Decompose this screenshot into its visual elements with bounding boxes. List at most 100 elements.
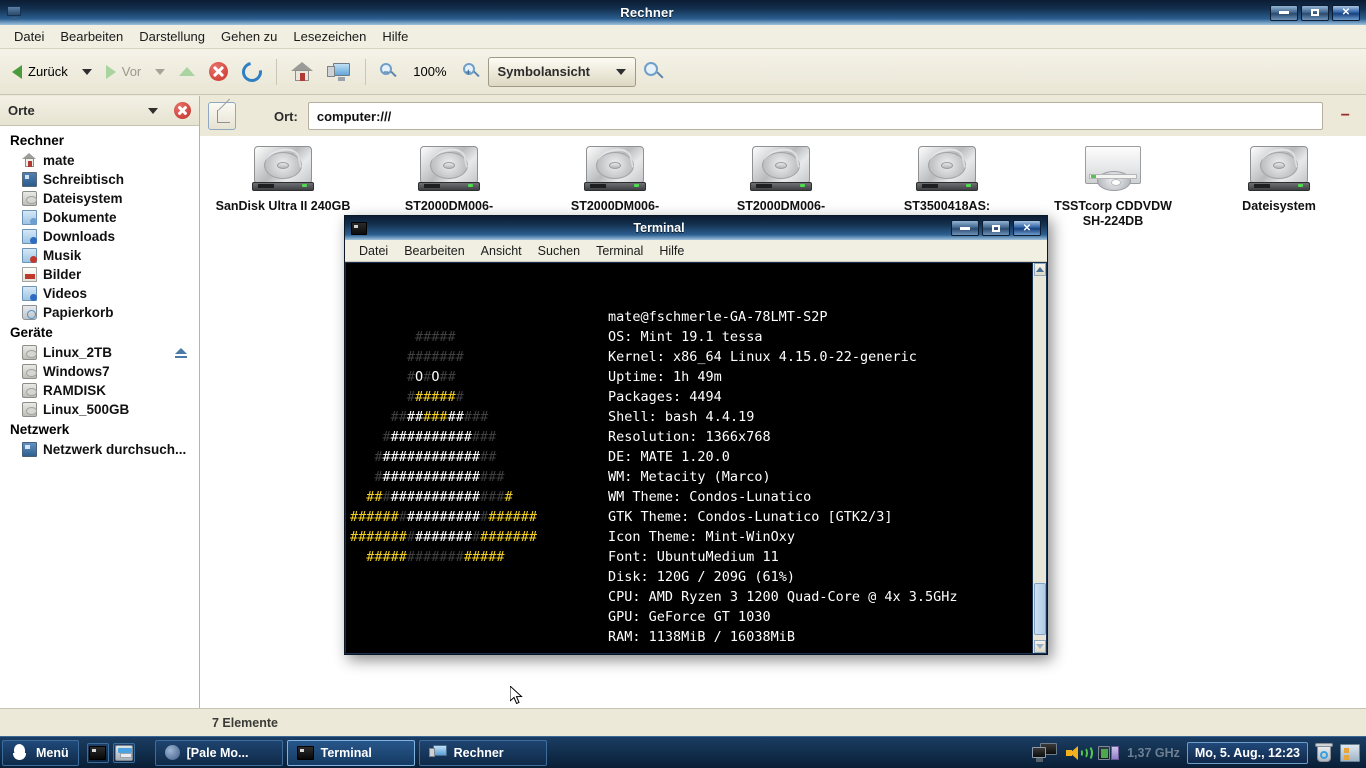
stop-button[interactable] <box>203 54 234 90</box>
file-item-dateisystem[interactable]: Dateisystem <box>1196 140 1362 229</box>
terminal-menu-suchen[interactable]: Suchen <box>530 242 588 260</box>
neofetch-line-gtk-theme: GTK Theme: Condos-Lunatico [GTK2/3] <box>608 509 893 525</box>
sidebar-item-windows7[interactable]: Windows7 <box>0 362 199 381</box>
menu-bearbeiten[interactable]: Bearbeiten <box>52 26 131 47</box>
sidebar-item-label: Videos <box>43 286 193 301</box>
sidebar-item-videos[interactable]: Videos <box>0 284 199 303</box>
terminal-title: Terminal <box>367 221 951 235</box>
terminal-window-icon <box>351 222 367 235</box>
files-launcher-button[interactable] <box>113 743 135 763</box>
folder-videos-icon <box>22 286 37 301</box>
hard-disk-icon <box>252 146 314 194</box>
terminal-launcher-button[interactable] <box>87 743 109 763</box>
sidebar-item-linux-500gb[interactable]: Linux_500GB <box>0 400 199 419</box>
terminal-close-button[interactable]: ✕ <box>1013 220 1041 236</box>
terminal-minimize-button[interactable] <box>951 220 979 236</box>
menu-darstellung[interactable]: Darstellung <box>131 26 213 47</box>
home-button[interactable] <box>285 54 319 90</box>
terminal-menu-bearbeiten[interactable]: Bearbeiten <box>396 242 472 260</box>
toggle-location-entry-button[interactable] <box>208 102 236 130</box>
search-icon <box>644 62 664 82</box>
sidebar-item-netzwerk-durchsuchen[interactable]: Netzwerk durchsuch... <box>0 440 199 459</box>
displays-icon[interactable] <box>1032 743 1058 762</box>
neofetch-line-resolution: Resolution: 1366x768 <box>608 429 771 445</box>
sidebar-item-mate[interactable]: mate <box>0 151 199 170</box>
up-button[interactable] <box>173 54 201 90</box>
cpu-monitor-icon[interactable] <box>1098 744 1120 762</box>
menu-datei[interactable]: Datei <box>6 26 52 47</box>
volume-icon[interactable] <box>1065 744 1091 762</box>
folder-pictures-icon <box>22 267 37 282</box>
search-button[interactable] <box>638 54 670 90</box>
terminal-icon <box>297 746 314 760</box>
neofetch-line-icon-theme: Icon Theme: Mint-WinOxy <box>608 529 795 545</box>
start-menu-button[interactable]: Menü <box>2 740 79 766</box>
sidebar-item-ramdisk[interactable]: RAMDISK <box>0 381 199 400</box>
zoom-out-icon: − <box>380 63 397 80</box>
drive-icon <box>22 191 37 206</box>
clock[interactable]: Mo, 5. Aug., 12:23 <box>1187 742 1308 764</box>
close-sidebar-icon[interactable] <box>174 102 191 119</box>
show-desktop-icon[interactable] <box>1340 744 1360 762</box>
terminal-menu-hilfe[interactable]: Hilfe <box>651 242 692 260</box>
sidebar-item-downloads[interactable]: Downloads <box>0 227 199 246</box>
terminal-screen[interactable]: ##### ####### #O#O## ####### ###########… <box>346 263 1032 653</box>
terminal-menu-datei[interactable]: Datei <box>351 242 396 260</box>
terminal-window-controls: ✕ <box>951 220 1041 236</box>
folder-downloads-icon <box>22 229 37 244</box>
forward-button[interactable]: Vor <box>100 54 148 90</box>
zoom-in-button[interactable]: + <box>457 54 486 90</box>
scroll-up-icon[interactable] <box>1034 263 1046 276</box>
taskbar-window-terminal[interactable]: Terminal <box>287 740 415 766</box>
eject-icon[interactable] <box>175 348 187 358</box>
sidebar-item-papierkorb[interactable]: Papierkorb <box>0 303 199 322</box>
scroll-down-icon[interactable] <box>1034 640 1046 653</box>
minimize-button[interactable] <box>1270 5 1298 21</box>
location-input[interactable]: computer:/// <box>308 102 1323 130</box>
terminal-maximize-button[interactable] <box>982 220 1010 236</box>
taskbar-window-label: Terminal <box>321 746 372 760</box>
sidebar-item-linux-2tb[interactable]: Linux_2TB <box>0 343 199 362</box>
maximize-button[interactable] <box>1301 5 1329 21</box>
terminal-menu-ansicht[interactable]: Ansicht <box>473 242 530 260</box>
places-dropdown-icon[interactable] <box>148 108 158 114</box>
sidebar-item-dateisystem[interactable]: Dateisystem <box>0 189 199 208</box>
computer-button[interactable] <box>321 54 357 90</box>
file-item-sandisk[interactable]: SanDisk Ultra II 240GB <box>200 140 366 229</box>
terminal-window[interactable]: Terminal ✕ Datei Bearbeiten Ansicht Such… <box>344 215 1048 655</box>
file-manager-menubar: Datei Bearbeiten Darstellung Gehen zu Le… <box>0 25 1366 49</box>
zoom-out-button[interactable]: − <box>374 54 403 90</box>
view-mode-select[interactable]: Symbolansicht <box>488 57 636 87</box>
terminal-launcher-icon <box>89 746 106 760</box>
scrollbar-thumb[interactable] <box>1034 583 1046 635</box>
neofetch-line-ram: RAM: 1138MiB / 16038MiB <box>608 629 795 645</box>
menu-lesezeichen[interactable]: Lesezeichen <box>285 26 374 47</box>
terminal-scrollbar[interactable] <box>1032 263 1046 653</box>
sidebar-item-schreibtisch[interactable]: Schreibtisch <box>0 170 199 189</box>
neofetch-line-wm: WM: Metacity (Marco) <box>608 469 771 485</box>
file-item-label: ST2000DM006- <box>571 199 659 214</box>
terminal-body[interactable]: ##### ####### #O#O## ####### ###########… <box>345 262 1047 654</box>
sidebar-item-dokumente[interactable]: Dokumente <box>0 208 199 227</box>
taskbar-window-palemoon[interactable]: [Pale Mo... <box>155 740 283 766</box>
trash-icon[interactable] <box>1315 743 1333 763</box>
sidebar-item-label: Linux_500GB <box>43 402 193 417</box>
quick-launch <box>83 743 139 763</box>
terminal-menu-terminal[interactable]: Terminal <box>588 242 651 260</box>
back-dropdown-button[interactable] <box>76 54 98 90</box>
file-item-tsstcorp[interactable]: TSSTcorp CDDVDW SH-224DB <box>1030 140 1196 229</box>
taskbar-window-rechner[interactable]: Rechner <box>419 740 547 766</box>
sidebar-item-bilder[interactable]: Bilder <box>0 265 199 284</box>
zoom-in-icon: + <box>463 63 480 80</box>
forward-dropdown-button[interactable] <box>149 54 171 90</box>
collapse-button[interactable]: − <box>1333 107 1358 125</box>
close-button[interactable]: ✕ <box>1332 5 1360 21</box>
file-manager-titlebar: Rechner ✕ <box>0 0 1366 25</box>
menu-gehen-zu[interactable]: Gehen zu <box>213 26 285 47</box>
menu-hilfe[interactable]: Hilfe <box>374 26 416 47</box>
taskbar-window-label: [Pale Mo... <box>187 746 249 760</box>
sidebar-item-musik[interactable]: Musik <box>0 246 199 265</box>
reload-button[interactable] <box>236 54 268 90</box>
back-button[interactable]: Zurück <box>6 54 74 90</box>
chevron-down-icon <box>616 69 626 75</box>
